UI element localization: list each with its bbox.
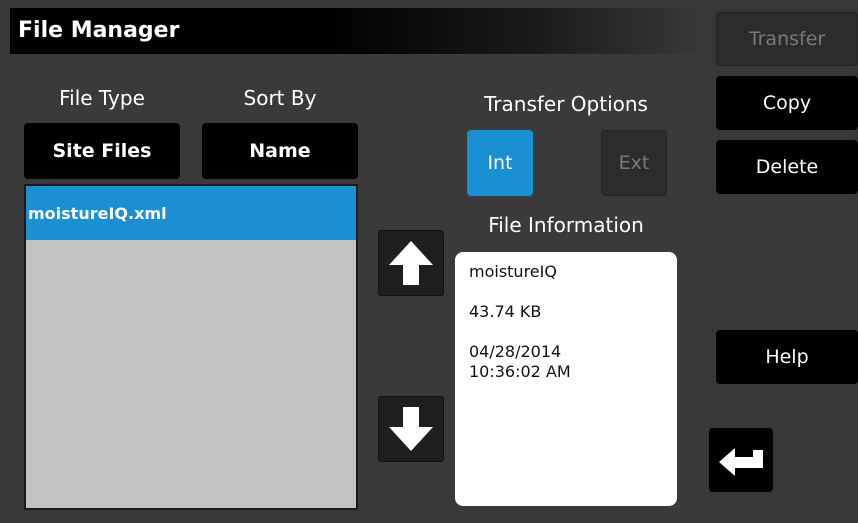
file-info-date: 04/28/2014 <box>469 342 562 361</box>
file-info-name: moistureIQ <box>469 262 557 281</box>
arrow-down-icon <box>389 407 433 451</box>
file-information-label: File Information <box>488 213 644 237</box>
sort-by-button[interactable]: Name <box>202 123 358 179</box>
scroll-down-button[interactable] <box>378 396 444 462</box>
copy-button[interactable]: Copy <box>716 76 858 130</box>
enter-return-icon <box>719 448 763 476</box>
arrow-up-icon <box>389 241 433 285</box>
int-option-button[interactable]: Int <box>467 130 533 196</box>
ext-option-button[interactable]: Ext <box>601 130 667 196</box>
file-information-box: moistureIQ 43.74 KB 04/28/2014 10:36:02 … <box>455 252 677 506</box>
delete-button[interactable]: Delete <box>716 140 858 194</box>
file-info-time: 10:36:02 AM <box>469 362 571 381</box>
enter-button[interactable] <box>709 428 773 492</box>
transfer-options-label: Transfer Options <box>484 92 648 116</box>
file-type-label: File Type <box>59 86 145 110</box>
file-list[interactable]: moistureIQ.xml <box>24 184 358 510</box>
file-list-item[interactable]: moistureIQ.xml <box>26 186 356 240</box>
sort-by-label: Sort By <box>243 86 317 110</box>
transfer-button[interactable]: Transfer <box>716 12 858 66</box>
file-info-size: 43.74 KB <box>469 302 542 321</box>
title-bar: File Manager <box>10 8 710 54</box>
help-button[interactable]: Help <box>716 330 858 384</box>
file-type-button[interactable]: Site Files <box>24 123 180 179</box>
scroll-up-button[interactable] <box>378 230 444 296</box>
page-title: File Manager <box>18 18 180 43</box>
file-manager-screen: File Manager File Type Sort By Site File… <box>0 0 858 523</box>
